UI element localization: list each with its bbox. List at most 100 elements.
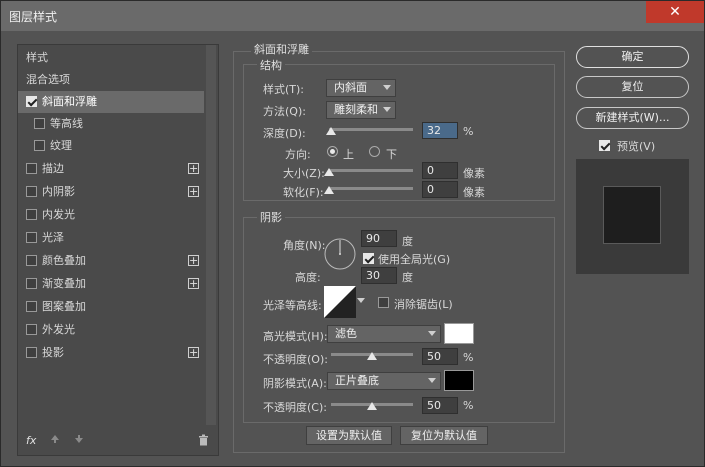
list-item-blending-options[interactable]: 混合选项 [18, 69, 204, 91]
highlight-mode-label: 高光模式(H): [263, 330, 328, 343]
highlight-opacity-label: 不透明度(O): [263, 353, 328, 366]
direction-down-label: 下 [386, 148, 397, 161]
list-item-contour[interactable]: 等高线 [18, 113, 204, 135]
size-slider-thumb[interactable] [324, 168, 334, 176]
layer-style-dialog: 图层样式 ✕ 样式 混合选项 斜面和浮雕 等高线 纹理 描边 + 内阴影 + 内… [0, 0, 705, 467]
chevron-down-icon [383, 85, 391, 90]
direction-down-radio[interactable] [369, 146, 380, 157]
highlight-opacity-thumb[interactable] [367, 352, 377, 360]
highlight-color-swatch[interactable] [444, 323, 474, 344]
size-unit: 像素 [463, 167, 485, 180]
angle-input[interactable]: 90 [361, 230, 397, 247]
inner-shadow-checkbox[interactable] [26, 186, 37, 197]
list-item-satin[interactable]: 光泽 [18, 227, 204, 249]
reset-button[interactable]: 复位 [576, 76, 689, 98]
soften-label: 软化(F): [283, 186, 324, 199]
pattern-overlay-checkbox[interactable] [26, 301, 37, 312]
soften-input[interactable]: 0 [422, 181, 458, 198]
shadow-opacity-unit: % [463, 399, 474, 412]
altitude-input[interactable]: 30 [361, 267, 397, 284]
preview-area [576, 159, 689, 274]
make-default-button[interactable]: 设置为默认值 [306, 426, 392, 445]
bevel-emboss-checkbox[interactable] [26, 96, 37, 107]
highlight-mode-select[interactable]: 滤色 [327, 325, 441, 343]
list-item-gradient-overlay[interactable]: 渐变叠加 + [18, 273, 204, 295]
outer-glow-checkbox[interactable] [26, 324, 37, 335]
chevron-down-icon [383, 107, 391, 112]
direction-up-label: 上 [343, 148, 354, 161]
list-item-drop-shadow[interactable]: 投影 + [18, 342, 204, 364]
highlight-opacity-unit: % [463, 351, 474, 364]
list-item-texture[interactable]: 纹理 [18, 135, 204, 157]
direction-up-radio[interactable] [327, 146, 338, 157]
fx-icon[interactable]: fx [26, 434, 36, 452]
move-down-icon[interactable] [74, 434, 84, 452]
gloss-contour-preview[interactable] [324, 286, 356, 318]
chevron-down-icon[interactable] [357, 298, 365, 303]
add-stroke-icon[interactable]: + [188, 163, 199, 174]
ok-button[interactable]: 确定 [576, 46, 689, 68]
list-item-outer-glow[interactable]: 外发光 [18, 319, 204, 341]
inner-glow-checkbox[interactable] [26, 209, 37, 220]
add-color-overlay-icon[interactable]: + [188, 255, 199, 266]
list-item-inner-glow[interactable]: 内发光 [18, 204, 204, 226]
list-item-styles[interactable]: 样式 [18, 47, 204, 69]
method-label: 方法(Q): [263, 105, 306, 118]
list-item-stroke[interactable]: 描边 + [18, 158, 204, 180]
chevron-down-icon [428, 378, 436, 383]
angle-dial[interactable] [323, 237, 357, 271]
global-light-label: 使用全局光(G) [378, 253, 451, 266]
soften-unit: 像素 [463, 186, 485, 199]
highlight-opacity-input[interactable]: 50 [422, 348, 458, 365]
move-up-icon[interactable] [50, 434, 60, 452]
close-button[interactable]: ✕ [646, 1, 704, 23]
drop-shadow-checkbox[interactable] [26, 347, 37, 358]
anti-aliased-label: 消除锯齿(L) [394, 298, 453, 311]
preview-swatch [603, 186, 661, 244]
shadow-mode-select[interactable]: 正片叠底 [327, 372, 441, 390]
shading-title: 阴影 [257, 209, 285, 225]
shadow-mode-label: 阴影模式(A): [263, 377, 327, 390]
size-input[interactable]: 0 [422, 162, 458, 179]
direction-label: 方向: [285, 148, 311, 161]
list-item-color-overlay[interactable]: 颜色叠加 + [18, 250, 204, 272]
shadow-opacity-input[interactable]: 50 [422, 397, 458, 414]
gloss-contour-label: 光泽等高线: [263, 299, 322, 312]
depth-slider-thumb[interactable] [326, 127, 336, 135]
method-select[interactable]: 雕刻柔和 [326, 101, 396, 119]
preview-checkbox[interactable] [599, 140, 610, 151]
satin-checkbox[interactable] [26, 232, 37, 243]
list-item-pattern-overlay[interactable]: 图案叠加 [18, 296, 204, 318]
style-select[interactable]: 内斜面 [326, 79, 396, 97]
chevron-down-icon [428, 331, 436, 336]
texture-checkbox[interactable] [34, 140, 45, 151]
list-item-bevel-emboss[interactable]: 斜面和浮雕 [18, 91, 204, 113]
stroke-checkbox[interactable] [26, 163, 37, 174]
size-slider[interactable] [329, 169, 413, 172]
add-inner-shadow-icon[interactable]: + [188, 186, 199, 197]
gradient-overlay-checkbox[interactable] [26, 278, 37, 289]
new-style-button[interactable]: 新建样式(W)... [576, 107, 689, 129]
styles-list-panel: 样式 混合选项 斜面和浮雕 等高线 纹理 描边 + 内阴影 + 内发光 光泽 颜… [17, 44, 219, 456]
list-scrollbar[interactable] [206, 45, 216, 425]
soften-slider[interactable] [329, 187, 413, 190]
shadow-opacity-thumb[interactable] [367, 402, 377, 410]
size-label: 大小(Z): [283, 167, 325, 180]
color-overlay-checkbox[interactable] [26, 255, 37, 266]
depth-input[interactable]: 32 [422, 122, 458, 139]
angle-label: 角度(N): [283, 239, 326, 252]
anti-aliased-checkbox[interactable] [378, 297, 389, 308]
depth-slider[interactable] [329, 128, 413, 131]
add-drop-shadow-icon[interactable]: + [188, 347, 199, 358]
trash-icon[interactable] [198, 434, 209, 452]
altitude-label: 高度: [295, 271, 321, 284]
soften-slider-thumb[interactable] [324, 186, 334, 194]
shadow-color-swatch[interactable] [444, 370, 474, 391]
contour-checkbox[interactable] [34, 118, 45, 129]
list-item-inner-shadow[interactable]: 内阴影 + [18, 181, 204, 203]
reset-default-button[interactable]: 复位为默认值 [400, 426, 488, 445]
structure-title: 结构 [257, 57, 285, 73]
global-light-checkbox[interactable] [363, 253, 374, 264]
depth-unit: % [463, 125, 474, 138]
add-gradient-overlay-icon[interactable]: + [188, 278, 199, 289]
